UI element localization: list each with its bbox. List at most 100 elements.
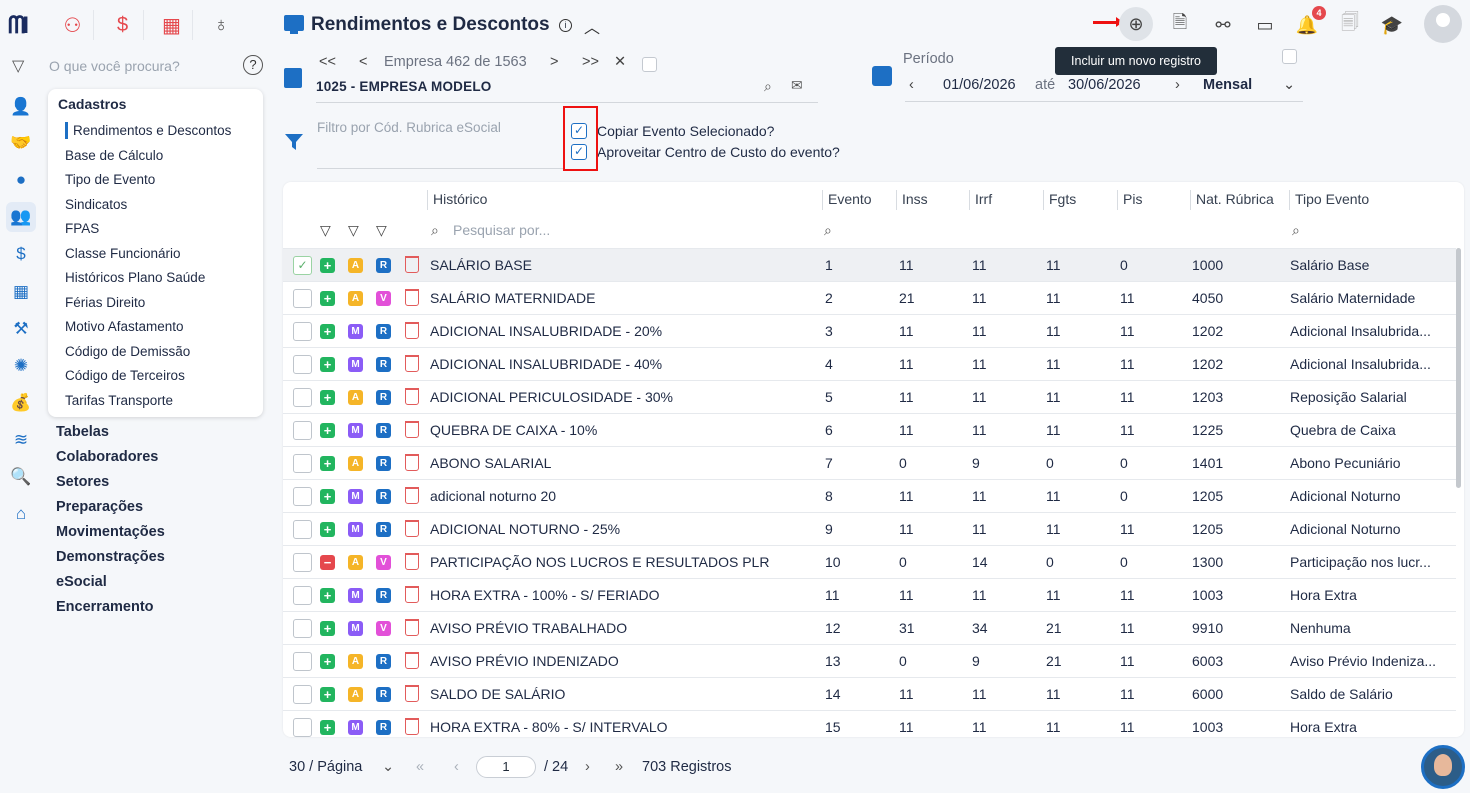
row-checkbox[interactable] (293, 454, 312, 473)
page-size-chevron-icon[interactable]: ⌄ (382, 759, 394, 775)
menu-item-ferias[interactable]: Férias Direito (65, 295, 145, 310)
historico-search-input[interactable]: Pesquisar por... (453, 222, 550, 238)
trash-icon[interactable] (405, 421, 419, 438)
handshake-icon[interactable]: 🤝 (9, 131, 33, 155)
col-inss[interactable]: Inss (896, 190, 928, 210)
dollar-icon[interactable]: $ (9, 242, 33, 266)
col-nat-rubrica[interactable]: Nat. Rúbrica (1190, 190, 1274, 210)
search-report-icon[interactable]: 🗐 (1336, 11, 1364, 39)
table-row[interactable]: ✓ + A R SALÁRIO BASE 1 11 11 11 0 1000 Salário Base (283, 248, 1456, 281)
menu-item-fpas[interactable]: FPAS (65, 221, 99, 236)
section-setores[interactable]: Setores (56, 474, 109, 490)
row-checkbox[interactable] (293, 652, 312, 671)
section-preparacoes[interactable]: Preparações (56, 499, 143, 515)
row-checkbox[interactable] (293, 685, 312, 704)
trash-icon[interactable] (405, 520, 419, 537)
prev-period-button[interactable]: ‹ (909, 77, 914, 93)
trash-icon[interactable] (405, 619, 419, 636)
menu-item-sindicatos[interactable]: Sindicatos (65, 197, 127, 212)
first-company-button[interactable]: << (319, 54, 336, 70)
trash-icon[interactable] (405, 586, 419, 603)
tipo-search-icon[interactable]: ⌕ (1292, 222, 1300, 239)
section-encerramento[interactable]: Encerramento (56, 599, 154, 615)
tools-icon[interactable]: ⚒ (9, 317, 33, 341)
table-row[interactable]: + A R SALDO DE SALÁRIO 14 11 11 11 11 6000 Saldo d… (283, 677, 1456, 710)
first-page-button[interactable]: « (416, 759, 424, 775)
col-evento[interactable]: Evento (822, 190, 872, 210)
period-start[interactable]: 01/06/2026 (943, 77, 1016, 93)
col-pis[interactable]: Pis (1117, 190, 1142, 210)
sidebar-search-input[interactable]: O que você procura? (49, 58, 180, 74)
home-icon[interactable]: ⌂ (9, 502, 33, 526)
money-bag-app-icon[interactable]: ♁ (200, 10, 242, 40)
clock-icon[interactable]: ● (9, 168, 33, 192)
row-checkbox[interactable] (293, 718, 312, 737)
money-bag-icon[interactable]: 💰 (9, 391, 33, 415)
layers-icon[interactable]: ≋ (9, 428, 33, 452)
document-icon[interactable]: 🗎 (1166, 11, 1194, 39)
chevron-down-icon[interactable]: ⌄ (1283, 77, 1295, 93)
section-tabelas[interactable]: Tabelas (56, 424, 109, 440)
col-historico[interactable]: Histórico (427, 190, 487, 210)
menu-item-rendimentos[interactable]: Rendimentos e Descontos (73, 123, 231, 138)
col-tipo-evento[interactable]: Tipo Evento (1289, 190, 1369, 210)
tools-toggle-icon[interactable]: ⚯ (1209, 11, 1237, 39)
menu-item-demissao[interactable]: Código de Demissão (65, 344, 190, 359)
trash-icon[interactable] (405, 718, 419, 735)
row-checkbox[interactable] (293, 289, 312, 308)
trash-icon[interactable] (405, 355, 419, 372)
menu-item-base-calculo[interactable]: Base de Cálculo (65, 148, 163, 163)
prev-page-button[interactable]: ‹ (454, 759, 459, 775)
next-company-button[interactable]: > (550, 54, 558, 70)
mail-icon[interactable]: ✉ (791, 77, 803, 94)
last-page-button[interactable]: » (615, 759, 623, 775)
menu-item-tarifas[interactable]: Tarifas Transporte (65, 393, 173, 408)
filter-col-icon[interactable]: ▽ (320, 222, 331, 239)
menu-item-afastamento[interactable]: Motivo Afastamento (65, 319, 184, 334)
table-row[interactable]: + M R ADICIONAL INSALUBRIDADE - 40% 4 11 11 11 1… (283, 347, 1456, 380)
graduation-cap-icon[interactable]: 🎓 (1378, 11, 1406, 39)
user-add-icon[interactable]: 👤 (9, 95, 33, 119)
table-row[interactable]: + M V AVISO PRÉVIO TRABALHADO 12 31 34 21 11 9910… (283, 611, 1456, 644)
trash-icon[interactable] (405, 487, 419, 504)
app-logo[interactable]: ᗰI (8, 12, 29, 40)
row-checkbox[interactable] (293, 421, 312, 440)
table-row[interactable]: + A R AVISO PRÉVIO INDENIZADO 13 0 9 21 11 6003 Av… (283, 644, 1456, 677)
next-period-button[interactable]: › (1175, 77, 1180, 93)
prev-company-button[interactable]: < (359, 54, 367, 70)
table-row[interactable]: + M R HORA EXTRA - 100% - S/ FERIADO 11 11 11 1… (283, 578, 1456, 611)
filter-col-icon[interactable]: ▽ (348, 222, 359, 239)
col-fgts[interactable]: Fgts (1043, 190, 1076, 210)
search-icon[interactable]: 🔍 (9, 465, 33, 489)
assistant-avatar[interactable] (1421, 745, 1465, 789)
row-checkbox[interactable] (293, 619, 312, 638)
menu-item-historicos[interactable]: Históricos Plano Saúde (65, 270, 205, 285)
table-row[interactable]: + M R ADICIONAL NOTURNO - 25% 9 11 11 11 11 1205 A… (283, 512, 1456, 545)
network-icon[interactable]: ✺ (9, 354, 33, 378)
help-icon[interactable]: ? (243, 55, 263, 75)
evento-search-icon[interactable]: ⌕ (824, 222, 832, 239)
table-scrollbar[interactable] (1456, 248, 1461, 488)
last-company-button[interactable]: >> (582, 54, 599, 70)
col-irrf[interactable]: Irrf (969, 190, 992, 210)
section-demonstracoes[interactable]: Demonstrações (56, 549, 165, 565)
trash-icon[interactable] (405, 652, 419, 669)
table-row[interactable]: + M R QUEBRA DE CAIXA - 10% 6 11 11 11 11 1225 Que… (283, 413, 1456, 446)
menu-item-terceiros[interactable]: Código de Terceiros (65, 368, 185, 383)
menu-item-tipo-evento[interactable]: Tipo de Evento (65, 172, 155, 187)
period-mode-select[interactable]: Mensal (1203, 77, 1252, 93)
row-checkbox[interactable] (293, 553, 312, 572)
user-avatar[interactable] (1424, 5, 1462, 43)
page-size-select[interactable]: 30 / Página (289, 759, 362, 775)
card-icon[interactable]: ▭ (1251, 11, 1279, 39)
table-row[interactable]: − A V PARTICIPAÇÃO NOS LUCROS E RESULTADOS … (283, 545, 1456, 578)
row-checkbox[interactable] (293, 520, 312, 539)
filter-icon[interactable] (284, 132, 304, 152)
trash-icon[interactable] (405, 322, 419, 339)
row-checkbox[interactable] (293, 355, 312, 374)
table-row[interactable]: + A V SALÁRIO MATERNIDADE 2 21 11 11 11 4050 Salár… (283, 281, 1456, 314)
dollar-app-icon[interactable]: $ (102, 10, 144, 40)
section-movimentacoes[interactable]: Movimentações (56, 524, 165, 540)
period-end[interactable]: 30/06/2026 (1068, 77, 1141, 93)
row-checkbox[interactable] (293, 586, 312, 605)
